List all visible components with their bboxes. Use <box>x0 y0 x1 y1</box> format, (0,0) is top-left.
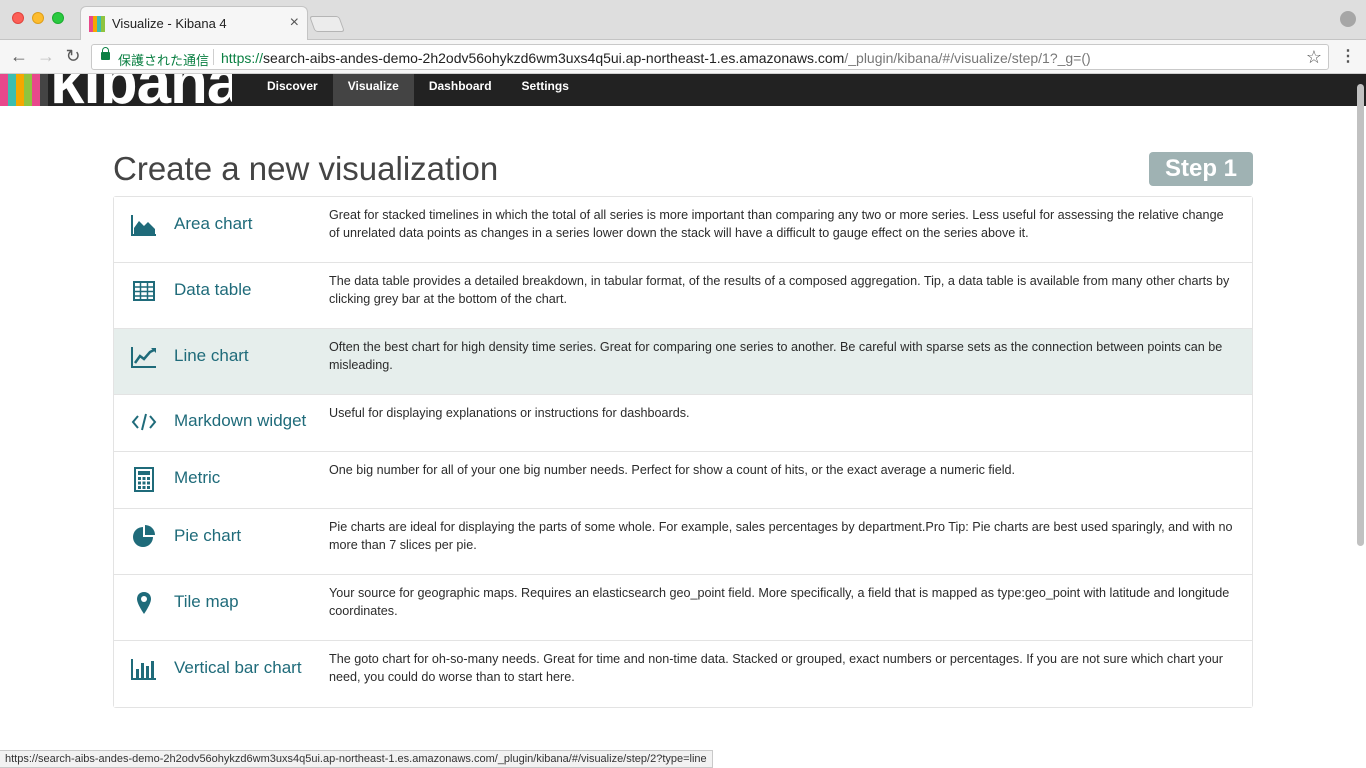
vis-type-line-chart[interactable]: Line chart Often the best chart for high … <box>114 329 1252 395</box>
url-scheme: https:// <box>221 50 264 66</box>
url-text[interactable]: https://search-aibs-andes-demo-2h2odv56o… <box>221 50 1091 66</box>
new-tab-button[interactable] <box>309 16 345 32</box>
vis-type-description: Your source for geographic maps. Require… <box>329 586 1230 618</box>
vis-type-description: Useful for displaying explanations or in… <box>329 406 690 420</box>
logo-bar <box>16 74 24 106</box>
browser-menu-icon[interactable]: ⋮ <box>1340 46 1356 66</box>
nav-tab-dashboard[interactable]: Dashboard <box>414 74 507 106</box>
logo-text: kibana <box>50 74 232 106</box>
pie-chart-icon <box>130 524 158 550</box>
tab-close-icon[interactable]: × <box>290 14 299 32</box>
code-icon <box>130 409 158 435</box>
vis-type-area-chart[interactable]: Area chart Great for stacked timelines in… <box>114 197 1252 263</box>
vis-type-data-table[interactable]: Data table The data table provides a deta… <box>114 263 1252 329</box>
window-maximize-button[interactable] <box>52 12 64 24</box>
secure-label[interactable]: 保護された通信 <box>118 50 209 69</box>
logo-bar <box>24 74 32 106</box>
window-minimize-button[interactable] <box>32 12 44 24</box>
page-title: Create a new visualization <box>113 150 499 187</box>
step-badge: Step 1 <box>1149 152 1253 186</box>
logo-bar <box>0 74 8 106</box>
nav-tab-settings[interactable]: Settings <box>507 74 584 106</box>
bookmark-star-icon[interactable]: ☆ <box>1306 47 1322 68</box>
vis-type-name: Markdown widget <box>174 411 307 430</box>
vis-type-name: Metric <box>174 468 221 487</box>
logo-bar <box>32 74 40 106</box>
vis-type-metric[interactable]: Metric One big number for all of your one… <box>114 452 1252 509</box>
kibana-nav-tabs: Discover Visualize Dashboard Settings <box>252 74 584 106</box>
vis-type-description: Pie charts are ideal for displaying the … <box>329 520 1233 552</box>
kibana-logo[interactable]: kibana <box>0 74 232 106</box>
vis-type-name: Line chart <box>174 346 249 365</box>
browser-toolbar: ← → ↻ 保護された通信 https://search-aibs-andes-… <box>0 40 1366 74</box>
lock-icon[interactable] <box>101 47 110 60</box>
forward-arrow-icon[interactable]: → <box>35 45 57 67</box>
vis-type-description: The data table provides a detailed break… <box>329 274 1230 306</box>
vis-type-name: Pie chart <box>174 526 242 545</box>
vis-type-description: Great for stacked timelines in which the… <box>329 208 1224 240</box>
url-host: search-aibs-andes-demo-2h2odv56ohykzd6wm… <box>263 50 845 66</box>
bar-chart-icon <box>130 656 158 682</box>
nav-tab-visualize[interactable]: Visualize <box>332 74 414 106</box>
table-icon <box>130 278 158 304</box>
kibana-navbar: kibana DiscoverVisualizeDashboardSetting… <box>0 74 1366 106</box>
reload-icon[interactable]: ↻ <box>62 45 84 67</box>
vis-type-description: The goto chart for oh-so-many needs. Gre… <box>329 652 1223 684</box>
status-bar-url: https://search-aibs-andes-demo-2h2odv56o… <box>0 750 713 768</box>
vis-type-name: Tile map <box>174 592 239 611</box>
vis-type-name: Vertical bar chart <box>174 658 302 677</box>
browser-tab[interactable]: Visualize - Kibana 4 × <box>80 6 308 40</box>
url-divider <box>213 49 214 65</box>
tab-title: Visualize - Kibana 4 <box>112 16 227 31</box>
logo-color-bars <box>0 74 48 106</box>
area-chart-icon <box>130 212 158 238</box>
logo-bar <box>8 74 16 106</box>
visualization-type-list: Area chart Great for stacked timelines in… <box>113 196 1253 708</box>
line-chart-icon <box>130 344 158 370</box>
calculator-icon <box>130 466 158 492</box>
vis-type-markdown-widget[interactable]: Markdown widget Useful for displaying exp… <box>114 395 1252 452</box>
vis-type-name: Data table <box>174 280 252 299</box>
nav-tab-discover[interactable]: Discover <box>252 74 333 106</box>
window-close-button[interactable] <box>12 12 24 24</box>
vis-type-name: Area chart <box>174 214 253 233</box>
vis-type-vertical-bar-chart[interactable]: Vertical bar chart The goto chart for oh-… <box>114 641 1252 707</box>
vis-type-description: One big number for all of your one big n… <box>329 463 1016 477</box>
map-marker-icon <box>130 590 158 616</box>
url-path: /_plugin/kibana/#/visualize/step/1?_g=() <box>844 50 1091 66</box>
address-bar[interactable]: 保護された通信 https://search-aibs-andes-demo-2… <box>91 44 1329 70</box>
vis-type-tile-map[interactable]: Tile map Your source for geographic maps.… <box>114 575 1252 641</box>
logo-bar <box>40 74 48 106</box>
browser-titlebar: Visualize - Kibana 4 × <box>0 0 1366 40</box>
page-scrollbar[interactable] <box>1357 84 1364 546</box>
back-arrow-icon[interactable]: ← <box>8 45 30 67</box>
kibana-favicon-icon <box>89 16 105 32</box>
profile-icon[interactable] <box>1340 11 1356 27</box>
vis-type-pie-chart[interactable]: Pie chart Pie charts are ideal for displa… <box>114 509 1252 575</box>
vis-type-description: Often the best chart for high density ti… <box>329 340 1223 372</box>
